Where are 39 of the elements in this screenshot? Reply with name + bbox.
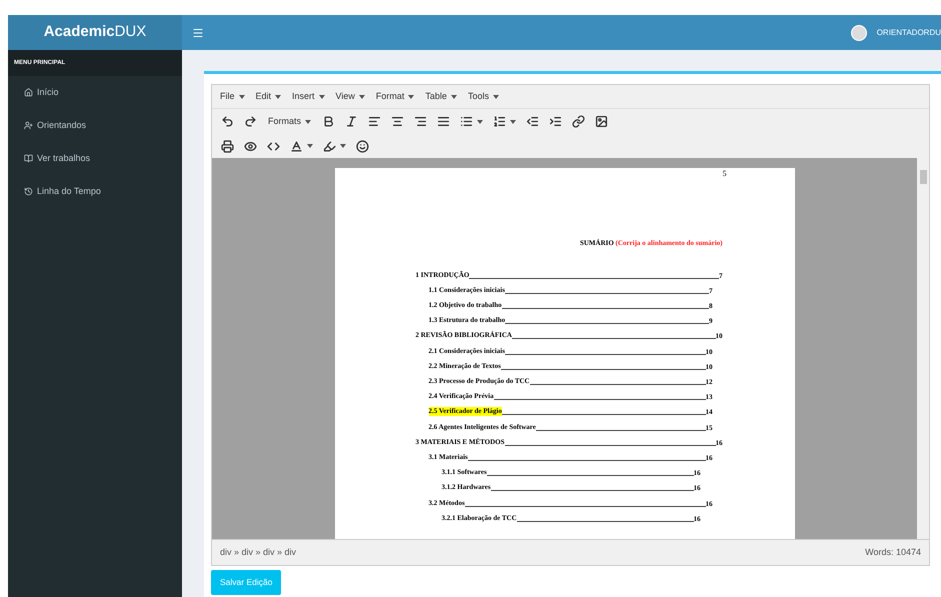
history-icon [24,187,33,196]
bullet-list-icon [460,115,474,128]
menu-item[interactable]: Table [425,90,457,104]
sidebar-item[interactable]: Linha do Tempo [8,175,182,208]
home-icon [24,88,33,97]
caret-icon [492,94,499,98]
caret-icon [340,144,346,148]
caret-icon [358,94,365,98]
menu-item[interactable]: Format [376,90,414,104]
avatar-icon [850,24,867,40]
menu-item[interactable]: File [220,90,245,104]
menu-item[interactable]: Insert [292,90,325,104]
caret-icon [450,94,457,98]
scrollbar[interactable] [917,158,929,539]
menu-item[interactable]: Edit [256,90,282,104]
element-path: div » div » div » div [220,546,296,559]
app-logo[interactable]: AcademicDUX [8,15,182,50]
caret-icon [318,94,325,98]
caret-icon [238,94,245,98]
caret-icon [408,94,414,98]
text-color-icon [290,140,303,152]
users-icon [24,121,33,130]
formats-dropdown[interactable]: Formats [262,114,318,128]
caret-icon [275,94,282,98]
sidebar-item[interactable]: Ver trabalhos [8,142,182,175]
page-number: 5 [722,168,726,180]
book-icon [24,154,33,163]
caret-icon [510,120,516,124]
numbered-list-icon [493,115,506,128]
highlight-icon [323,140,336,152]
sidebar-item[interactable]: Orientandos [8,109,182,142]
user-name[interactable]: ORIENTADORDU [876,26,941,38]
caret-icon [307,144,313,148]
menu-item[interactable]: View [336,90,365,104]
word-count: Words: 10474 [865,546,921,559]
caret-icon [477,120,484,124]
sidebar-item[interactable]: Início [8,76,182,109]
caret-icon [305,120,312,124]
menu-item[interactable]: Tools [468,90,499,104]
